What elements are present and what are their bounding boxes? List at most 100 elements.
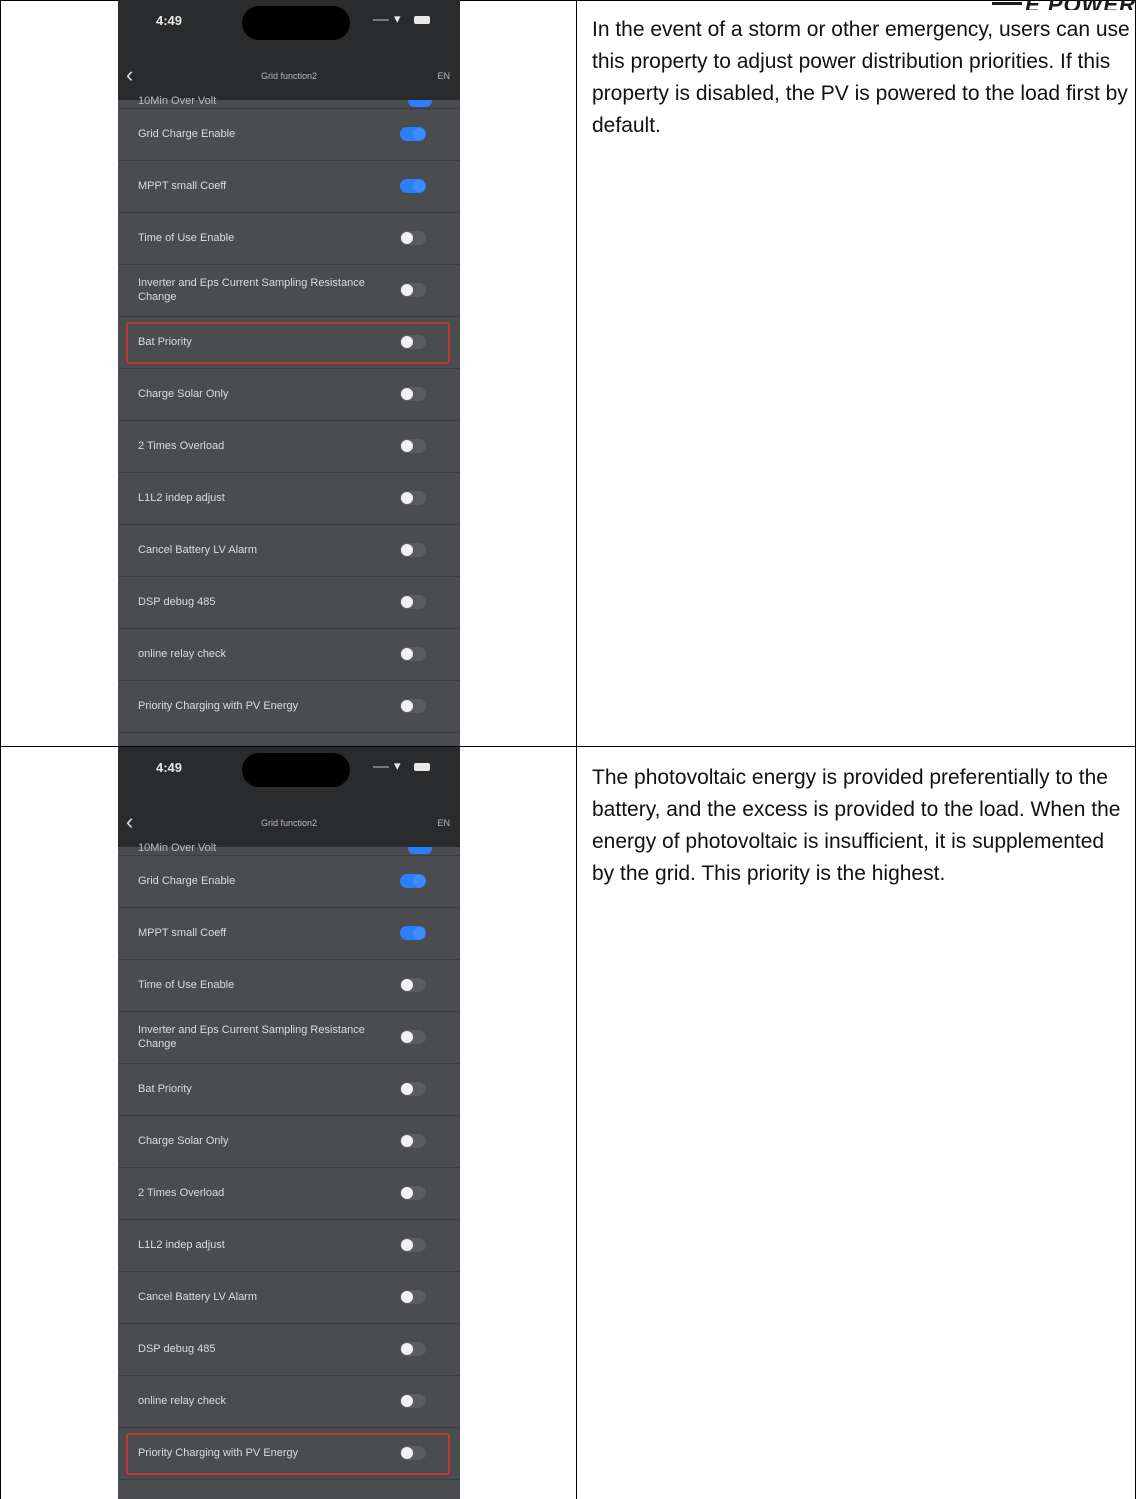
- brand-logo: E POWER: [986, 0, 1136, 10]
- setting-row[interactable]: Time of Use Enable: [118, 212, 460, 265]
- toggle-knob: [401, 648, 413, 660]
- setting-row[interactable]: Priority Charging with PV Energy: [118, 680, 460, 733]
- toggle-knob: [413, 875, 425, 887]
- toggle-switch[interactable]: [400, 595, 426, 609]
- setting-row[interactable]: Cancel Battery LV Alarm: [118, 1271, 460, 1324]
- setting-row[interactable]: L1L2 indep adjust: [118, 472, 460, 525]
- toggle-switch[interactable]: [400, 1290, 426, 1304]
- setting-row[interactable]: Grid Charge Enable: [118, 108, 460, 161]
- setting-label: Cancel Battery LV Alarm: [138, 1291, 258, 1303]
- toggle-knob: [401, 1239, 413, 1251]
- setting-label: Charge Solar Only: [138, 388, 229, 400]
- toggle-switch[interactable]: [400, 283, 426, 297]
- wifi-icon: ▾: [394, 11, 401, 26]
- setting-row[interactable]: Time of Use Enable: [118, 959, 460, 1012]
- signal-icon: [373, 19, 389, 21]
- setting-label: DSP debug 485: [138, 1343, 216, 1355]
- document-table: E POWER 4:49▾‹Grid function2EN10Min Over…: [0, 0, 1136, 1499]
- table-column-divider: [576, 0, 577, 1499]
- toggle-switch[interactable]: [408, 100, 432, 107]
- status-bar: 4:49 ▾: [118, 747, 460, 799]
- nav-title: Grid function2: [260, 71, 318, 81]
- battery-icon: [414, 763, 430, 771]
- toggle-switch[interactable]: [400, 491, 426, 505]
- setting-label: DSP debug 485: [138, 596, 216, 608]
- toggle-switch[interactable]: [400, 1082, 426, 1096]
- wifi-icon: ▾: [394, 758, 401, 773]
- toggle-knob: [401, 596, 413, 608]
- toggle-switch[interactable]: [400, 1134, 426, 1148]
- toggle-knob: [401, 388, 413, 400]
- setting-row[interactable]: online relay check: [118, 628, 460, 681]
- nav-bar: ‹ Grid function2 EN: [118, 52, 460, 100]
- setting-row[interactable]: Charge Solar Only: [118, 1115, 460, 1168]
- toggle-knob: [401, 1135, 413, 1147]
- dynamic-island: [242, 753, 350, 787]
- setting-row[interactable]: 2 Times Overload: [118, 420, 460, 473]
- setting-label: Charge Solar Only: [138, 1135, 229, 1147]
- toggle-switch[interactable]: [408, 847, 432, 854]
- setting-row[interactable]: Bat Priority: [118, 1063, 460, 1116]
- toggle-switch[interactable]: [400, 926, 426, 940]
- nav-action-button[interactable]: EN: [437, 71, 450, 81]
- toggle-switch[interactable]: [400, 1030, 426, 1044]
- setting-row[interactable]: Charge Solar Only: [118, 368, 460, 421]
- setting-label: Inverter and Eps Current Sampling Resist…: [138, 277, 365, 303]
- setting-row[interactable]: DSP debug 485: [118, 576, 460, 629]
- toggle-knob: [401, 440, 413, 452]
- setting-label: online relay check: [138, 1395, 227, 1407]
- setting-row[interactable]: L1L2 indep adjust: [118, 1219, 460, 1272]
- toggle-knob: [413, 128, 425, 140]
- toggle-switch[interactable]: [400, 543, 426, 557]
- toggle-switch[interactable]: [400, 127, 426, 141]
- toggle-knob: [401, 1031, 413, 1043]
- setting-label: Bat Priority: [138, 1083, 192, 1095]
- nav-bar: ‹ Grid function2 EN: [118, 799, 460, 847]
- setting-label: 10Min Over Volt: [138, 95, 217, 107]
- toggle-switch[interactable]: [400, 1238, 426, 1252]
- nav-title: Grid function2: [260, 818, 318, 828]
- nav-action-button[interactable]: EN: [437, 818, 450, 828]
- phone-screenshot-1: 4:49 ▾ ‹ Grid function2 EN 10Min Over Volt Gri…: [118, 0, 460, 746]
- setting-row[interactable]: Grid Charge Enable: [118, 855, 460, 908]
- toggle-switch[interactable]: [400, 231, 426, 245]
- toggle-switch[interactable]: [400, 1342, 426, 1356]
- toggle-knob: [401, 979, 413, 991]
- setting-row[interactable]: MPPT small Coeff: [118, 160, 460, 213]
- status-time: 4:49: [156, 13, 183, 28]
- setting-label: Inverter and Eps Current Sampling Resist…: [138, 1024, 365, 1050]
- setting-row[interactable]: Cancel Battery LV Alarm: [118, 524, 460, 577]
- status-bar: 4:49 ▾: [118, 0, 460, 52]
- battery-icon: [414, 16, 430, 24]
- toggle-switch[interactable]: [400, 179, 426, 193]
- setting-row[interactable]: 2 Times Overload: [118, 1167, 460, 1220]
- toggle-knob: [401, 284, 413, 296]
- toggle-knob: [401, 492, 413, 504]
- toggle-knob: [401, 232, 413, 244]
- setting-row[interactable]: DSP debug 485: [118, 1323, 460, 1376]
- toggle-switch[interactable]: [400, 439, 426, 453]
- setting-label: 2 Times Overload: [138, 440, 225, 452]
- toggle-knob: [401, 1395, 413, 1407]
- dynamic-island: [242, 6, 350, 40]
- toggle-switch[interactable]: [400, 647, 426, 661]
- toggle-knob: [401, 1291, 413, 1303]
- toggle-switch[interactable]: [400, 1186, 426, 1200]
- highlight-box: [126, 1433, 450, 1475]
- toggle-knob: [413, 927, 425, 939]
- signal-icon: [373, 766, 389, 768]
- setting-row[interactable]: MPPT small Coeff: [118, 907, 460, 960]
- setting-row[interactable]: Inverter and Eps Current Sampling Resist…: [118, 264, 460, 317]
- toggle-switch[interactable]: [400, 387, 426, 401]
- toggle-knob: [401, 1343, 413, 1355]
- toggle-switch[interactable]: [400, 978, 426, 992]
- toggle-switch[interactable]: [400, 699, 426, 713]
- setting-label: MPPT small Coeff: [138, 927, 227, 939]
- toggle-switch[interactable]: [400, 1394, 426, 1408]
- toggle-switch[interactable]: [400, 874, 426, 888]
- setting-label: L1L2 indep adjust: [138, 1239, 225, 1251]
- setting-row[interactable]: online relay check: [118, 1375, 460, 1428]
- toggle-knob: [401, 1187, 413, 1199]
- setting-row[interactable]: Inverter and Eps Current Sampling Resist…: [118, 1011, 460, 1064]
- setting-label: online relay check: [138, 648, 227, 660]
